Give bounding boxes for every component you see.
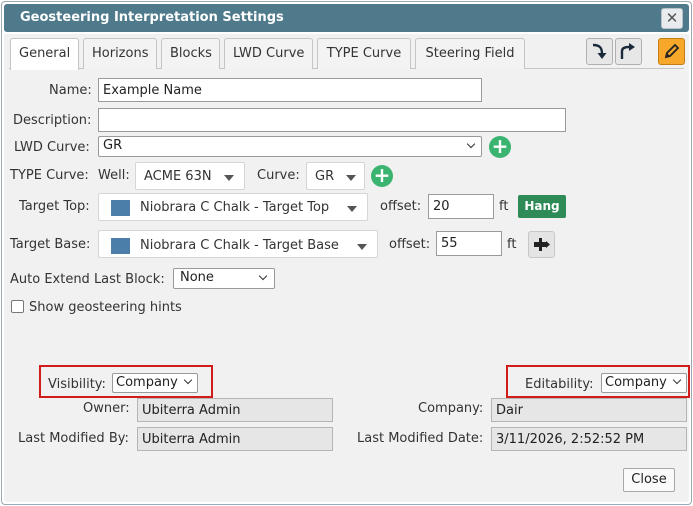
auto-extend-value: None	[180, 270, 214, 285]
caret-down-icon	[357, 244, 367, 250]
tab-general[interactable]: General	[10, 38, 79, 70]
auto-extend-select[interactable]: None	[173, 268, 275, 289]
editability-label: Editability:	[525, 377, 594, 392]
tab-type-curve[interactable]: TYPE Curve	[317, 38, 411, 69]
target-top-offset-label: offset:	[380, 199, 422, 214]
visibility-label: Visibility:	[48, 377, 106, 392]
chevron-down-icon	[672, 375, 682, 385]
company-label: Company:	[418, 401, 484, 416]
pin-base-button[interactable]	[528, 231, 555, 258]
tab-steering-field[interactable]: Steering Field	[415, 38, 525, 69]
well-dropdown[interactable]: ACME 63N	[135, 162, 245, 190]
geosteering-settings-dialog: Geosteering Interpretation Settings ✕ Ge…	[1, 1, 692, 505]
company-field	[491, 398, 687, 422]
chevron-down-icon	[183, 375, 193, 385]
editability-value: Company	[605, 375, 667, 390]
modified-by-label: Last Modified By:	[18, 431, 129, 446]
lwd-curve-value: GR	[103, 138, 123, 153]
target-top-value: Niobrara C Chalk - Target Top	[140, 200, 330, 215]
auto-extend-label: Auto Extend Last Block:	[10, 272, 165, 287]
editability-select[interactable]: Company	[601, 373, 687, 393]
target-base-value: Niobrara C Chalk - Target Base	[140, 238, 339, 253]
visibility-select[interactable]: Company	[112, 373, 198, 393]
target-base-dropdown[interactable]: Niobrara C Chalk - Target Base	[98, 230, 378, 258]
owner-field	[137, 398, 333, 422]
target-base-color-swatch	[111, 238, 130, 254]
lwd-curve-label: LWD Curve:	[14, 140, 90, 155]
lwd-curve-select[interactable]: GR	[98, 136, 482, 157]
target-base-label: Target Base:	[10, 237, 91, 252]
import-icon[interactable]	[586, 38, 613, 65]
description-label: Description:	[13, 113, 92, 128]
pin-icon	[534, 238, 550, 251]
target-base-offset-field[interactable]	[436, 231, 502, 256]
tab-horizons[interactable]: Horizons	[83, 38, 157, 69]
curve-dropdown[interactable]: GR	[306, 162, 365, 190]
share-icon[interactable]	[615, 38, 642, 65]
hints-label[interactable]: Show geosteering hints	[29, 300, 182, 315]
visibility-value: Company	[116, 375, 178, 390]
dialog-titlebar[interactable]: Geosteering Interpretation Settings ✕	[4, 4, 689, 32]
target-top-color-swatch	[111, 200, 130, 216]
modified-by-field	[137, 427, 333, 451]
caret-down-icon	[346, 175, 356, 181]
add-type-curve-icon[interactable]: +	[371, 165, 393, 187]
target-top-offset-field[interactable]	[428, 194, 494, 219]
chevron-down-icon	[258, 271, 268, 281]
target-top-dropdown[interactable]: Niobrara C Chalk - Target Top	[98, 193, 368, 221]
modified-date-label: Last Modified Date:	[357, 431, 484, 446]
tab-blocks[interactable]: Blocks	[161, 38, 220, 69]
target-top-unit: ft	[499, 199, 509, 214]
pencil-icon[interactable]	[658, 38, 685, 65]
hints-checkbox[interactable]	[11, 300, 24, 313]
type-curve-label: TYPE Curve:	[10, 168, 89, 183]
tab-strip: General Horizons Blocks LWD Curve TYPE C…	[4, 34, 689, 70]
close-button[interactable]: Close	[623, 468, 675, 492]
target-top-label: Target Top:	[19, 199, 90, 214]
tab-lwd-curve[interactable]: LWD Curve	[224, 38, 313, 69]
name-label: Name:	[49, 83, 92, 98]
dialog-title: Geosteering Interpretation Settings	[20, 10, 284, 25]
description-field[interactable]	[98, 108, 566, 132]
well-label: Well:	[98, 168, 130, 183]
name-field[interactable]	[98, 78, 482, 102]
curve-label: Curve:	[257, 168, 300, 183]
caret-down-icon	[347, 206, 357, 212]
chevron-down-icon	[466, 139, 476, 149]
owner-label: Owner:	[83, 401, 130, 416]
dialog-body: General Horizons Blocks LWD Curve TYPE C…	[4, 34, 690, 502]
curve-value: GR	[315, 169, 335, 184]
close-icon[interactable]: ✕	[661, 8, 683, 29]
add-lwd-curve-icon[interactable]: +	[489, 136, 511, 158]
hang-button[interactable]: Hang	[518, 195, 566, 218]
modified-date-field	[491, 427, 687, 451]
target-base-offset-label: offset:	[389, 237, 431, 252]
target-base-unit: ft	[507, 237, 517, 252]
well-value: ACME 63N	[144, 169, 212, 184]
caret-down-icon	[224, 175, 234, 181]
